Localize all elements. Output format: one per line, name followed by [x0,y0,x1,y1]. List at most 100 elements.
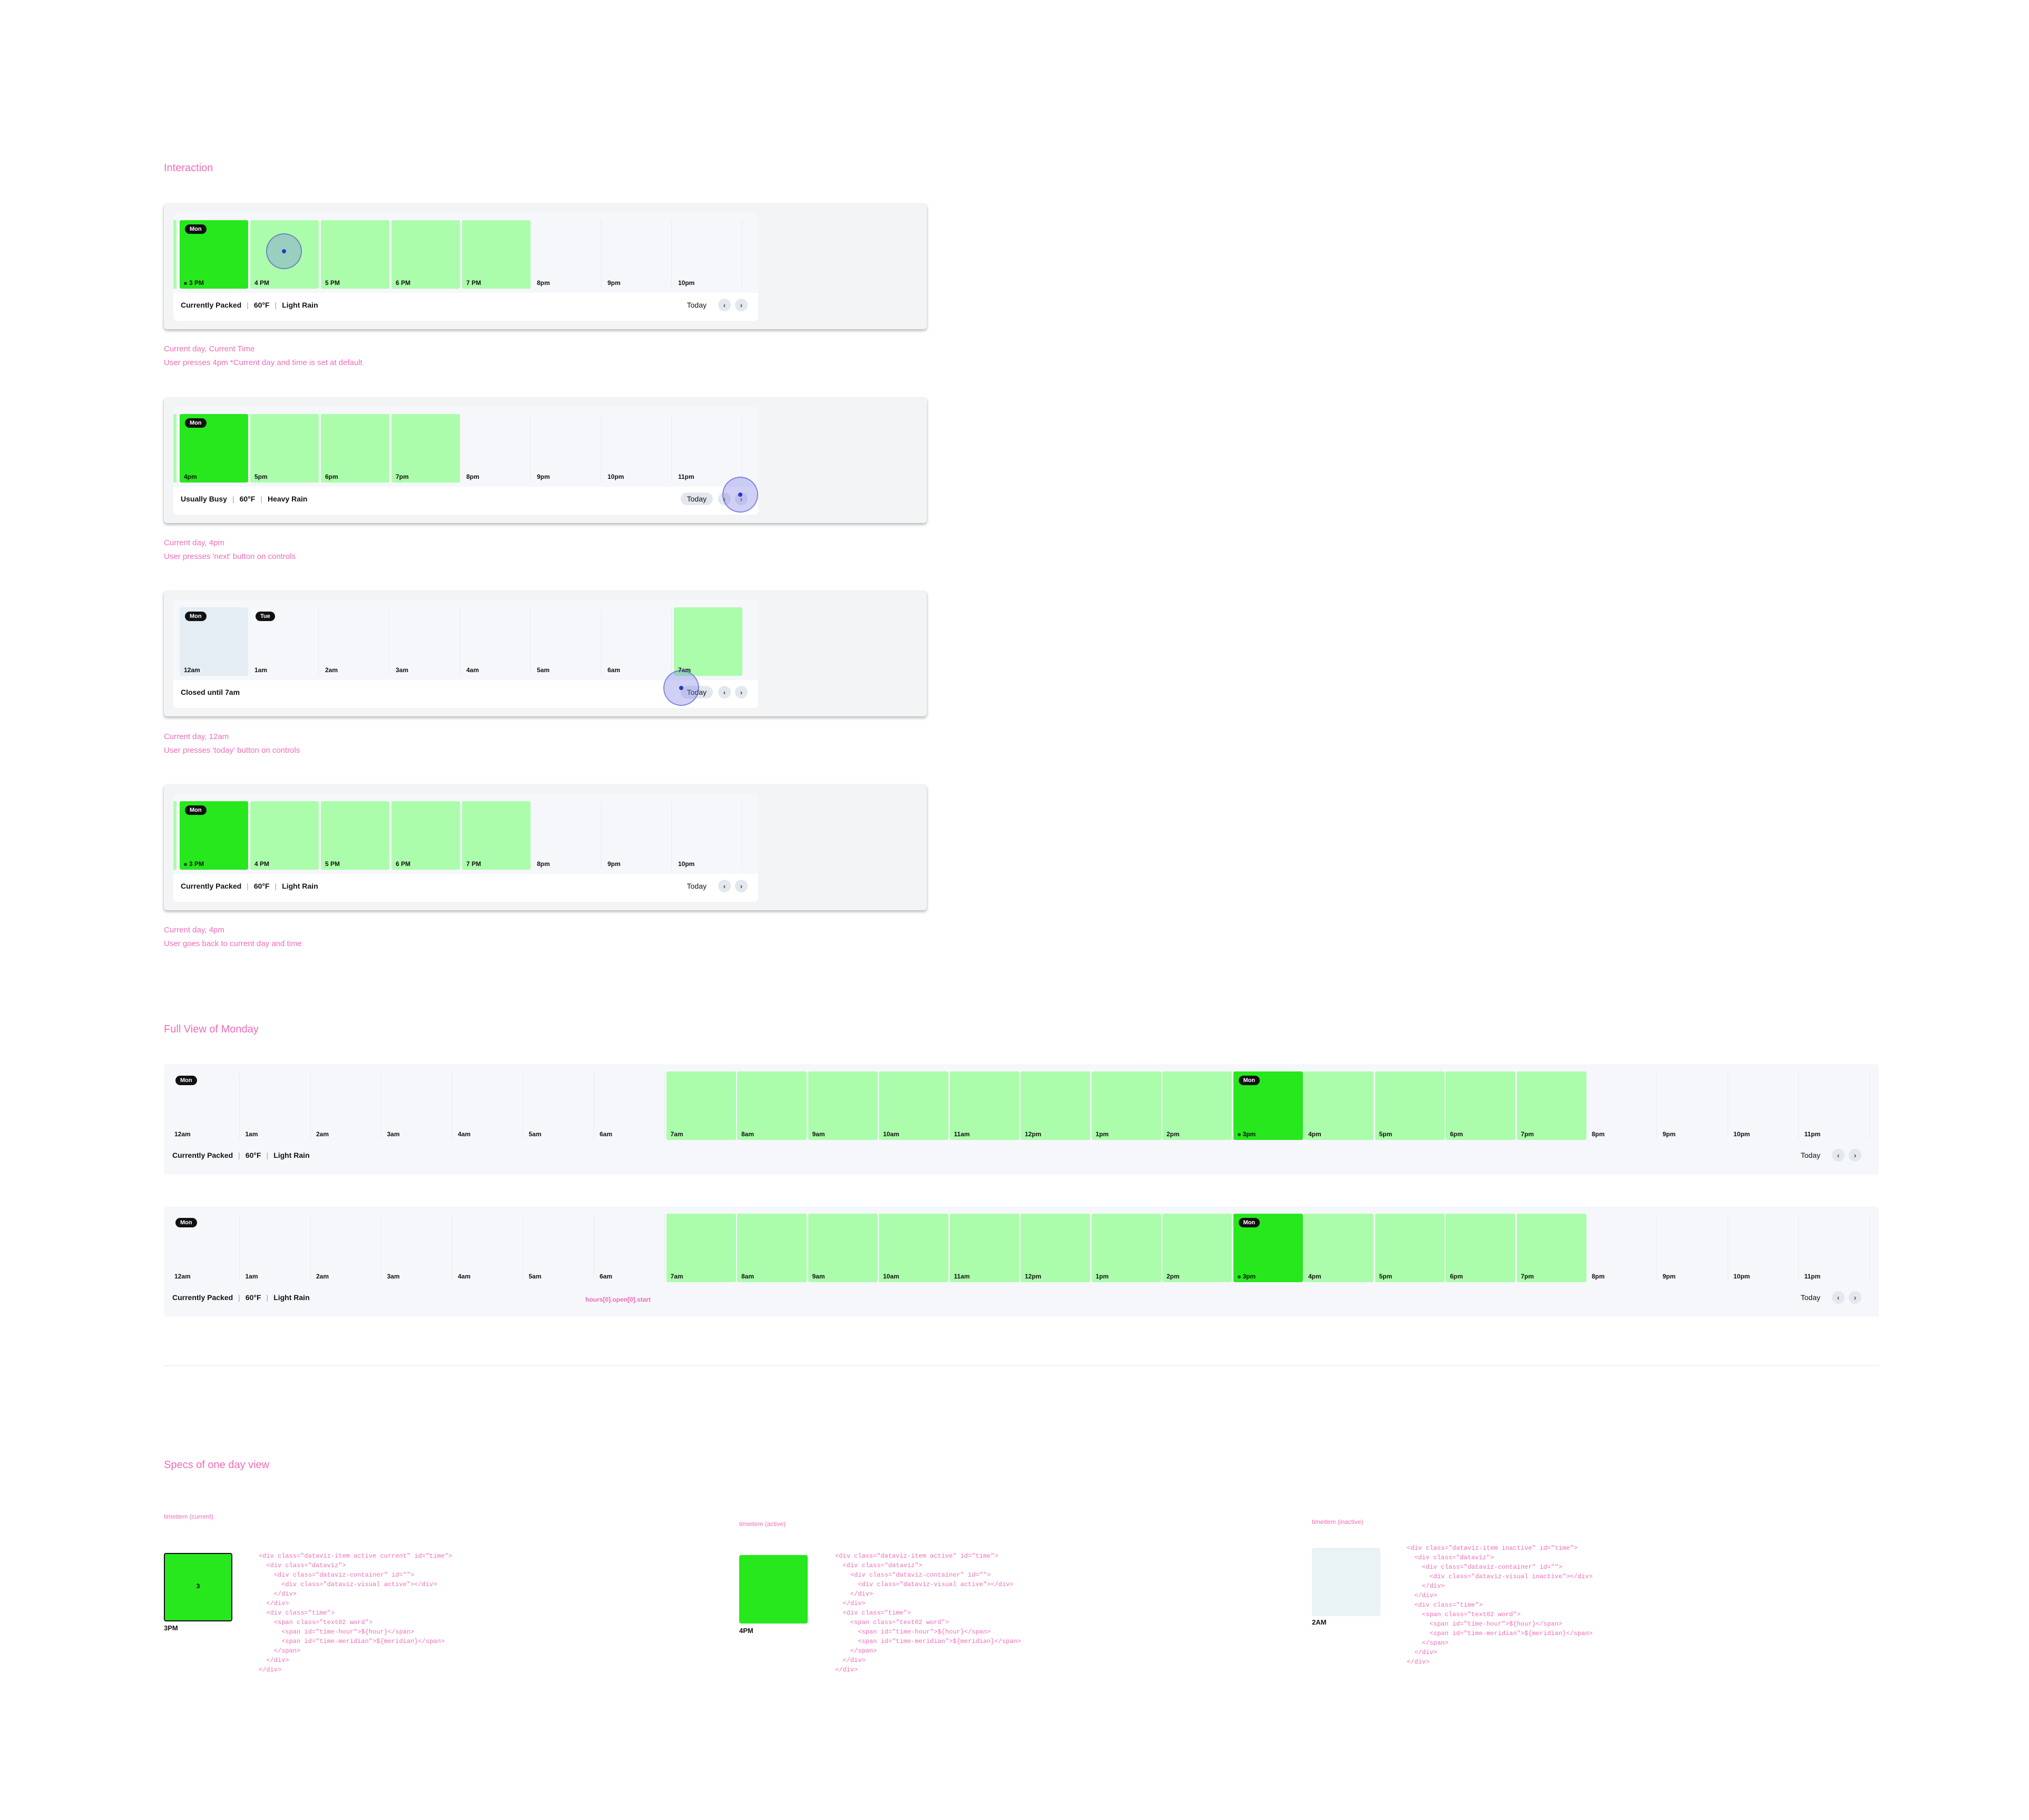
time-label-text: 3 PM [189,279,204,287]
prev-button[interactable]: ‹ [1832,1149,1845,1162]
time-item[interactable]: Mon 12am [170,1214,240,1282]
time-item[interactable]: 11am [949,1071,1020,1140]
time-item[interactable]: 5 PM [321,220,389,289]
today-button[interactable]: Today [1795,1291,1827,1304]
time-item[interactable]: Mon 12am [180,607,248,676]
time-item[interactable]: 6am [595,1071,665,1140]
time-item[interactable]: 3am [383,1214,453,1282]
time-label-text: 1am [245,1130,258,1138]
time-item[interactable]: 6pm [1446,1214,1515,1282]
time-item[interactable]: 11pm [1800,1071,1870,1140]
time-item[interactable]: 1pm [1091,1214,1161,1282]
time-item[interactable]: 5 PM [321,801,389,870]
time-item[interactable]: 5pm [1375,1071,1445,1140]
time-item[interactable]: 6am [603,607,672,676]
time-item[interactable]: 2am [321,607,389,676]
time-item[interactable]: 10pm [674,220,742,289]
prev-button[interactable]: ‹ [1832,1291,1845,1304]
time-item[interactable]: Mon 3 PM [180,220,248,289]
prev-button[interactable]: ‹ [718,686,731,699]
time-item[interactable]: 1am [241,1214,311,1282]
time-item[interactable]: 7pm [1516,1214,1586,1282]
today-button[interactable]: Today [681,299,713,311]
time-item[interactable]: 8am [737,1214,807,1282]
time-item[interactable]: 8am [737,1071,807,1140]
time-item[interactable]: 8pm [533,220,601,289]
time-item[interactable]: 10pm [1729,1071,1799,1140]
time-item[interactable]: 9pm [1659,1214,1728,1282]
time-item[interactable]: 9pm [1659,1071,1728,1140]
next-button[interactable]: › [1849,1291,1861,1304]
time-item[interactable]: 7am [674,607,742,676]
prev-button[interactable]: ‹ [718,299,731,311]
time-item[interactable]: 2am [312,1071,381,1140]
interaction-caption: Current day, 4pm [164,926,224,934]
today-button[interactable]: Today [680,493,713,505]
temperature: 60°F [253,882,270,890]
separator: | [260,495,262,503]
time-item[interactable]: 9am [808,1214,878,1282]
time-item[interactable]: 1am [241,1071,311,1140]
time-item[interactable]: 3am [391,607,460,676]
time-item[interactable]: 9pm [603,801,672,870]
time-item[interactable]: 4pm [1304,1071,1374,1140]
time-item[interactable]: 5pm [250,414,319,483]
time-item[interactable]: 6pm [321,414,389,483]
time-item[interactable]: 9pm [533,414,601,483]
time-item[interactable]: 4am [462,607,531,676]
time-item[interactable]: Mon 4pm [180,414,248,483]
time-item[interactable]: Mon 12am [170,1071,240,1140]
time-item[interactable]: 2pm [1162,1214,1232,1282]
time-item[interactable]: 5am [525,1214,594,1282]
time-item[interactable]: 12pm [1021,1214,1090,1282]
time-item[interactable]: 4 PM [250,801,319,870]
next-button[interactable]: › [735,880,748,892]
next-button[interactable]: › [1849,1149,1861,1162]
time-item[interactable]: 11am [949,1214,1020,1282]
time-item[interactable]: Mon 3 PM [180,801,248,870]
time-item[interactable]: 7am [666,1214,736,1282]
time-item[interactable]: 9pm [603,220,672,289]
prev-button[interactable]: ‹ [718,880,731,892]
time-item[interactable]: 4pm [1304,1214,1374,1282]
next-button[interactable]: › [735,299,748,311]
time-label-text: 7pm [1521,1273,1534,1280]
time-item[interactable]: 10am [879,1214,948,1282]
time-item[interactable]: 12pm [1021,1071,1090,1140]
time-item[interactable]: 10pm [1729,1214,1799,1282]
time-item[interactable]: 8pm [533,801,601,870]
time-item[interactable]: Mon 3pm [1233,1071,1303,1140]
time-item[interactable]: 11pm [1800,1214,1870,1282]
time-item[interactable]: 6 PM [391,220,460,289]
time-item[interactable]: 9am [808,1071,878,1140]
time-item[interactable]: 2pm [1162,1071,1232,1140]
time-item[interactable]: 7pm [1516,1071,1586,1140]
time-item[interactable]: 7pm [391,414,460,483]
time-item[interactable]: Mon 3pm [1233,1214,1303,1282]
time-item[interactable]: 4am [454,1214,523,1282]
time-item[interactable]: 8pm [1587,1071,1657,1140]
time-item[interactable]: 11pm [674,414,742,483]
time-item[interactable]: 3am [383,1071,453,1140]
time-item[interactable]: 8pm [1587,1214,1657,1282]
time-item[interactable]: 6 PM [391,801,460,870]
time-item[interactable]: 10am [879,1071,948,1140]
time-item[interactable]: 1pm [1091,1071,1161,1140]
today-button[interactable]: Today [1795,1149,1827,1162]
time-item[interactable]: 8pm [462,414,531,483]
time-item[interactable]: 7am [666,1071,736,1140]
time-item[interactable]: 7 PM [462,801,531,870]
time-item[interactable]: 10pm [603,414,672,483]
time-item[interactable]: Tue 1am [250,607,319,676]
time-item[interactable]: 5am [525,1071,594,1140]
time-item[interactable]: 5pm [1375,1214,1445,1282]
time-item[interactable]: 7 PM [462,220,531,289]
time-item[interactable]: 5am [533,607,601,676]
next-button[interactable]: › [735,686,748,699]
today-button[interactable]: Today [681,880,713,892]
time-item[interactable]: 10pm [674,801,742,870]
time-item[interactable]: 6am [595,1214,665,1282]
time-item[interactable]: 2am [312,1214,381,1282]
time-item[interactable]: 4am [454,1071,523,1140]
time-item[interactable]: 6pm [1446,1071,1515,1140]
